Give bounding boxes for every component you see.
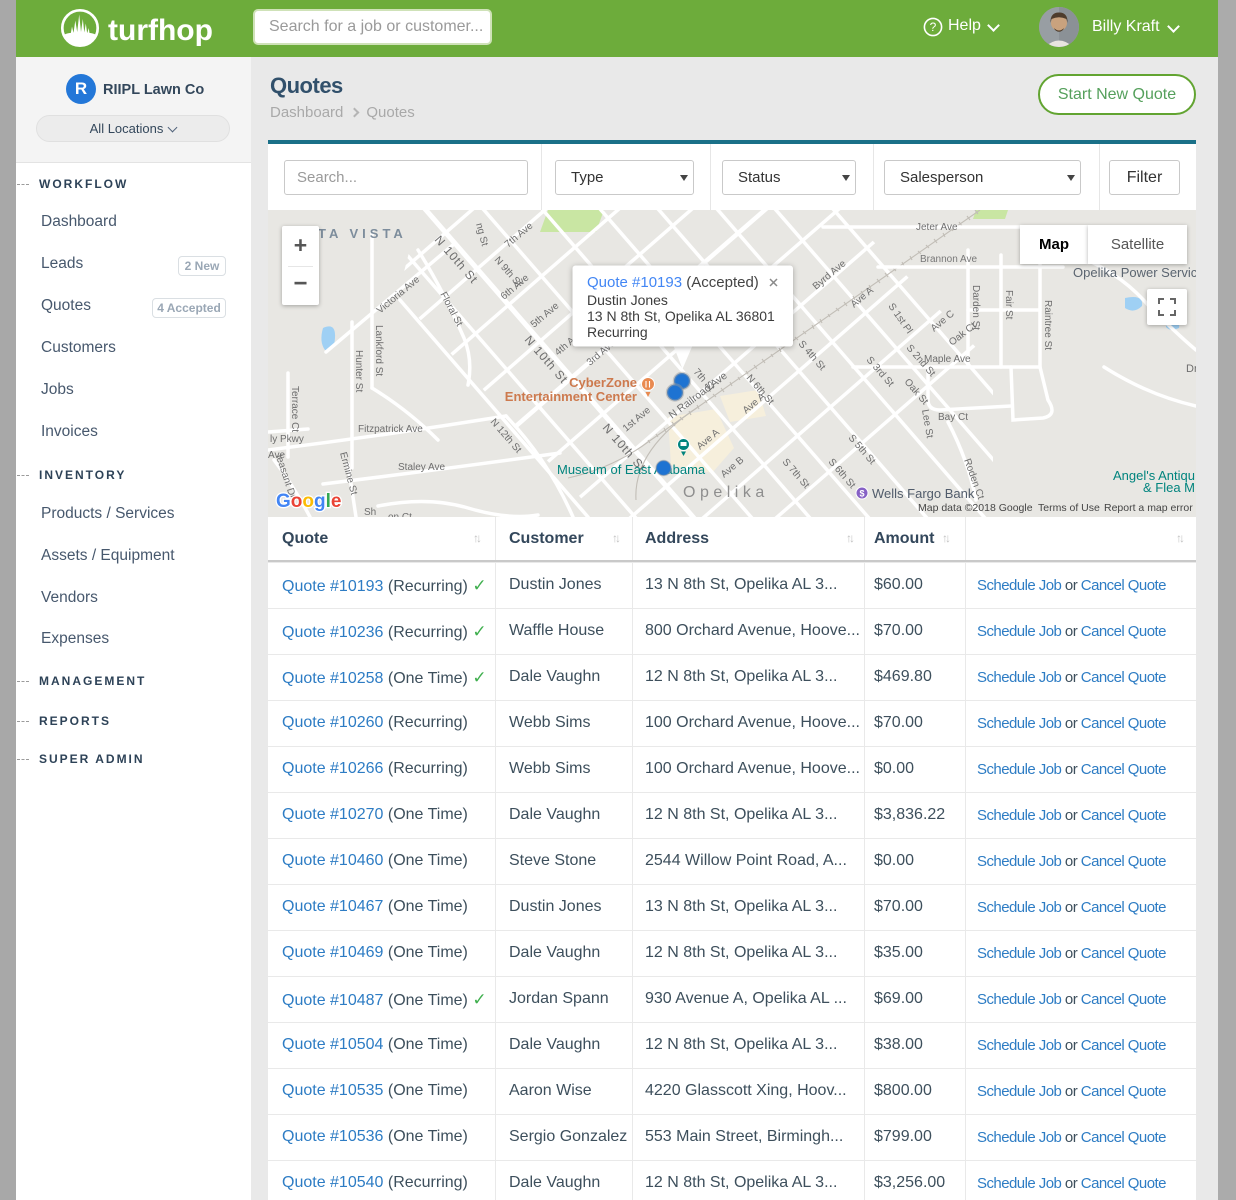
svg-text:Quote #10193 (Accepted): Quote #10193 (Accepted)	[587, 274, 759, 291]
svg-text:& Flea M: & Flea M	[1143, 480, 1195, 495]
svg-text:Report a map error: Report a map error	[1104, 502, 1193, 514]
svg-text:ly Pkwy: ly Pkwy	[270, 434, 304, 445]
svg-text:Dr: Dr	[1186, 363, 1196, 375]
svg-text:?: ?	[930, 20, 937, 34]
svg-text:Staley Ave: Staley Ave	[398, 462, 446, 473]
svg-text:Recurring: Recurring	[587, 324, 648, 340]
svg-text:Dustin Jones: Dustin Jones	[587, 292, 668, 308]
svg-text:Fair St: Fair St	[1003, 290, 1014, 320]
svg-text:Hunter St: Hunter St	[353, 350, 364, 392]
svg-text:Terms of Use: Terms of Use	[1038, 502, 1100, 514]
svg-text:Opelika: Opelika	[683, 484, 769, 501]
svg-text:Bay Ct: Bay Ct	[938, 412, 968, 423]
svg-text:Raintree St: Raintree St	[1042, 300, 1053, 350]
svg-text:Brannon Ave: Brannon Ave	[920, 254, 978, 265]
svg-text:Opelika Power Service: Opelika Power Service	[1073, 265, 1196, 280]
svg-text:Lankford St: Lankford St	[373, 325, 384, 376]
svg-text:Fitzpatrick Ave: Fitzpatrick Ave	[358, 424, 423, 435]
svg-text:Google: Google	[276, 491, 341, 512]
svg-text:Map data ©2018 Google: Map data ©2018 Google	[918, 502, 1033, 514]
svg-text:TA VISTA: TA VISTA	[318, 226, 407, 241]
svg-text:Jeter Ave: Jeter Ave	[916, 222, 958, 233]
svg-text:Sh: Sh	[364, 507, 376, 517]
svg-text:Wells Fargo Bank: Wells Fargo Bank	[872, 486, 975, 501]
svg-text:Terrace Ct: Terrace Ct	[289, 386, 300, 432]
svg-text:Museum of East Alabama: Museum of East Alabama	[557, 462, 706, 477]
svg-text:$: $	[859, 489, 864, 499]
svg-text:Entertainment Center: Entertainment Center	[505, 389, 637, 404]
svg-text:CyberZone: CyberZone	[569, 375, 637, 390]
svg-text:13 N 8th St, Opelika AL 36801: 13 N 8th St, Opelika AL 36801	[587, 308, 775, 324]
